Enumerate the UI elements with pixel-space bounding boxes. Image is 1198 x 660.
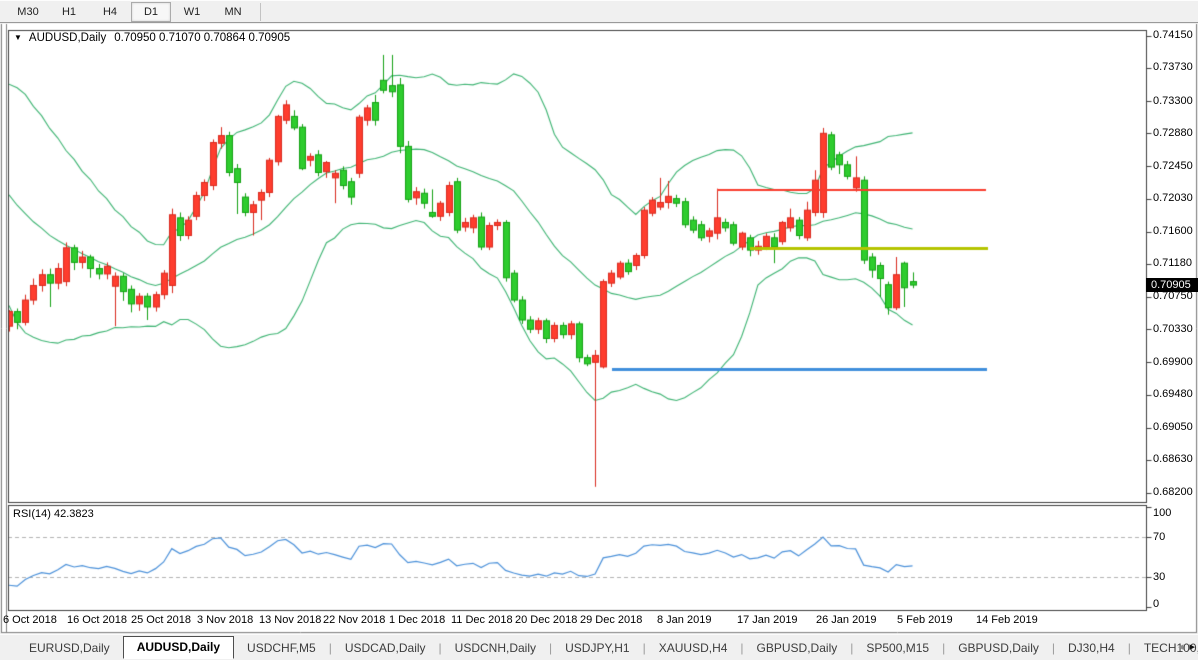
tab-scroll-right-icon[interactable]: ▸ xyxy=(1189,640,1195,654)
price-tick-label: 0.68200 xyxy=(1153,486,1193,499)
chart-title: ▼ AUDUSD,Daily 0.70950 0.71070 0.70864 0.7… xyxy=(14,32,290,44)
price-tick-label: 0.70750 xyxy=(1153,290,1193,303)
chart-dropdown-icon[interactable]: ▼ xyxy=(14,33,22,42)
date-label: 22 Nov 2018 xyxy=(323,614,386,626)
price-tick-label: 0.72030 xyxy=(1153,192,1193,205)
tab-gbpusd-daily[interactable]: GBPUSD,Daily xyxy=(744,637,851,659)
rsi-tick-label: 70 xyxy=(1153,531,1166,543)
price-tick-label: 0.69050 xyxy=(1153,421,1193,434)
timeframe-button-W1[interactable]: W1 xyxy=(172,2,212,22)
tab-usdchf-m5[interactable]: USDCHF,M5 xyxy=(234,637,329,659)
tab-dj30-h4[interactable]: DJ30,H4 xyxy=(1055,637,1128,659)
tab-gbpusd-daily[interactable]: GBPUSD,Daily xyxy=(945,637,1052,659)
tab-usdcnh-daily[interactable]: USDCNH,Daily xyxy=(442,637,549,659)
date-label: 20 Dec 2018 xyxy=(515,614,578,626)
date-label: 11 Dec 2018 xyxy=(451,614,513,626)
price-tick-label: 0.73300 xyxy=(1153,94,1193,107)
price-tick-label: 0.72450 xyxy=(1153,159,1193,172)
tab-eurusd-daily[interactable]: EURUSD,Daily xyxy=(16,637,123,659)
chart-symbol-label: AUDUSD,Daily xyxy=(28,32,107,44)
price-tick-label: 0.72880 xyxy=(1153,126,1193,139)
date-label: 8 Jan 2019 xyxy=(657,614,712,626)
timeframe-toolbar: M30 H1 H4 D1 W1 MN xyxy=(0,0,1198,23)
date-label: 26 Jan 2019 xyxy=(816,614,877,626)
tab-sp500-m15[interactable]: SP500,M15 xyxy=(853,637,942,659)
date-label: 16 Oct 2018 xyxy=(67,614,127,626)
tab-scroll-left-icon[interactable]: ◂ xyxy=(1178,640,1184,654)
timeframe-button-H4[interactable]: H4 xyxy=(90,2,130,22)
tab-scroll-buttons: ◂ ▸ xyxy=(1178,640,1195,654)
date-label: 13 Nov 2018 xyxy=(259,614,322,626)
price-tick-label: 0.71600 xyxy=(1153,225,1193,238)
tab-usdjpy-h1[interactable]: USDJPY,H1 xyxy=(552,637,642,659)
rsi-name: RSI(14) xyxy=(13,508,51,520)
tab-usdcad-daily[interactable]: USDCAD,Daily xyxy=(332,637,439,659)
date-label: 17 Jan 2019 xyxy=(737,614,798,626)
rsi-value: 42.3823 xyxy=(53,508,94,520)
timeframe-button-H1[interactable]: H1 xyxy=(49,2,89,22)
toolbar-separator xyxy=(260,2,261,21)
date-label: 5 Feb 2019 xyxy=(897,614,953,626)
date-label: 3 Nov 2018 xyxy=(197,614,254,626)
price-tick-label: 0.68630 xyxy=(1153,453,1193,466)
rsi-tick-label: 0 xyxy=(1153,598,1160,610)
timeframe-button-D1[interactable]: D1 xyxy=(131,1,171,22)
date-label: 6 Oct 2018 xyxy=(3,614,57,626)
rsi-tick-label: 100 xyxy=(1153,507,1172,519)
rsi-indicator-label: RSI(14) 42.3823 xyxy=(13,508,94,520)
price-tick-label: 0.70330 xyxy=(1153,322,1193,335)
mt4-window: M30 H1 H4 D1 W1 MN ▼ AUDUSD,Daily 0.70950 0.710… xyxy=(0,0,1198,660)
price-tick-label: 0.69900 xyxy=(1153,355,1193,368)
price-tick-label: 0.73730 xyxy=(1153,61,1193,74)
timeframe-button-M30[interactable]: M30 xyxy=(8,2,48,22)
tab-list: EURUSD,Daily AUDUSD,Daily USDCHF,M5 | USDCAD… xyxy=(16,636,1198,659)
price-tick-label: 0.71180 xyxy=(1153,257,1192,270)
date-label: 25 Oct 2018 xyxy=(131,614,191,626)
date-label: 14 Feb 2019 xyxy=(976,614,1038,626)
timeframe-button-MN[interactable]: MN xyxy=(213,2,253,22)
tab-xauusd-h4[interactable]: XAUUSD,H4 xyxy=(646,637,741,659)
price-tick-label: 0.74150 xyxy=(1153,29,1193,42)
rsi-tick-label: 30 xyxy=(1153,571,1166,583)
price-tick-label: 0.69480 xyxy=(1153,388,1193,401)
chart-ohlc-values: 0.70950 0.71070 0.70864 0.70905 xyxy=(114,32,291,44)
date-label: 1 Dec 2018 xyxy=(389,614,446,626)
tab-audusd-daily[interactable]: AUDUSD,Daily xyxy=(122,636,235,659)
price-chart-canvas[interactable] xyxy=(0,0,1198,660)
date-label: 29 Dec 2018 xyxy=(580,614,643,626)
symbol-tab-bar: EURUSD,Daily AUDUSD,Daily USDCHF,M5 | USDCAD… xyxy=(0,634,1198,660)
